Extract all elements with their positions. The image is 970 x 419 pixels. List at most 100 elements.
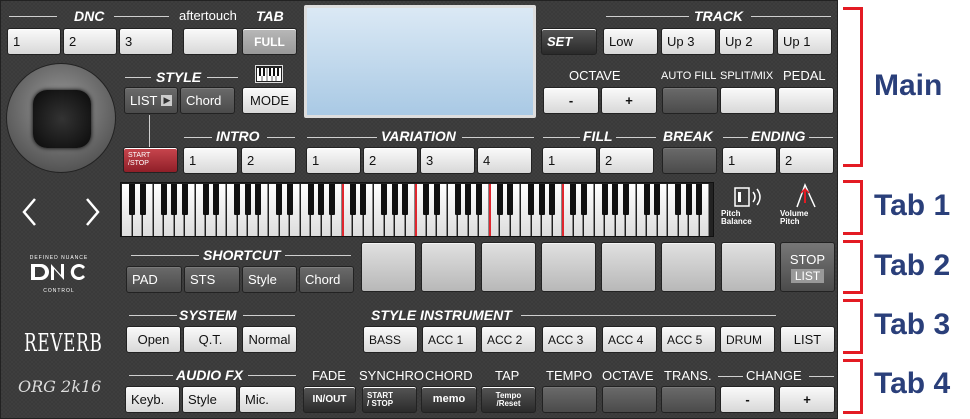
black-key[interactable] xyxy=(349,184,356,215)
chord-memo-button[interactable]: memo xyxy=(421,386,477,413)
black-key[interactable] xyxy=(507,184,513,215)
style-chord-button[interactable]: Chord xyxy=(180,87,235,114)
instrument-acc2-button[interactable]: ACC 2 xyxy=(481,326,536,353)
black-key[interactable] xyxy=(129,184,135,215)
track-up3-button[interactable]: Up 3 xyxy=(661,28,716,55)
audiofx-keyb-button[interactable]: Keyb. xyxy=(125,386,180,413)
full-button[interactable]: FULL xyxy=(242,28,297,55)
ending-button-2[interactable]: 2 xyxy=(779,147,834,174)
instrument-acc1-button[interactable]: ACC 1 xyxy=(422,326,477,353)
change-plus-button[interactable]: + xyxy=(779,386,835,413)
synchro-startstop-button[interactable]: START / STOP xyxy=(362,386,417,413)
stop-list-button[interactable]: STOP LIST xyxy=(780,242,835,292)
black-key[interactable] xyxy=(612,184,618,215)
autofill-button[interactable] xyxy=(662,87,718,114)
black-key[interactable] xyxy=(423,184,429,215)
black-key[interactable] xyxy=(244,184,251,215)
shortcut-chord-button[interactable]: Chord xyxy=(299,266,354,293)
black-key[interactable] xyxy=(202,184,209,215)
instrument-acc3-button[interactable]: ACC 3 xyxy=(542,326,597,353)
octave-minus-button[interactable]: - xyxy=(543,87,599,114)
dnc-button-3[interactable]: 3 xyxy=(119,28,173,55)
pad-6[interactable] xyxy=(661,242,716,292)
fill-button-1[interactable]: 1 xyxy=(542,147,597,174)
tempo-button[interactable] xyxy=(542,386,597,413)
black-key[interactable] xyxy=(465,184,471,215)
instrument-acc5-button[interactable]: ACC 5 xyxy=(661,326,716,353)
intro-button-2[interactable]: 2 xyxy=(241,147,296,174)
track-up2-button[interactable]: Up 2 xyxy=(719,28,774,55)
piano-keyboard[interactable] xyxy=(120,182,714,237)
black-key[interactable] xyxy=(139,184,146,215)
system-normal-button[interactable]: Normal xyxy=(242,326,297,353)
dnc-button-1[interactable]: 1 xyxy=(7,28,61,55)
black-key[interactable] xyxy=(601,184,608,215)
black-key[interactable] xyxy=(696,184,702,215)
pad-4[interactable] xyxy=(541,242,596,292)
black-key[interactable] xyxy=(528,184,534,215)
change-minus-button[interactable]: - xyxy=(720,386,775,413)
fill-button-2[interactable]: 2 xyxy=(599,147,654,174)
pad-7[interactable] xyxy=(721,242,776,292)
pad-1[interactable] xyxy=(361,242,416,292)
set-button[interactable]: SET xyxy=(541,28,597,55)
audiofx-mic-button[interactable]: Mic. xyxy=(239,386,296,413)
break-button[interactable] xyxy=(662,147,717,174)
variation-button-1[interactable]: 1 xyxy=(306,147,361,174)
black-key[interactable] xyxy=(307,184,314,215)
octave-toggle-button[interactable] xyxy=(602,386,657,413)
style-list-button[interactable]: LIST ▶ xyxy=(124,87,178,114)
black-key[interactable] xyxy=(381,184,387,215)
trans-button[interactable] xyxy=(661,386,716,413)
pad-3[interactable] xyxy=(481,242,536,292)
black-key[interactable] xyxy=(360,184,366,215)
black-key[interactable] xyxy=(234,184,240,215)
instrument-bass-button[interactable]: BASS xyxy=(363,326,418,353)
black-key[interactable] xyxy=(286,184,293,215)
variation-button-4[interactable]: 4 xyxy=(477,147,532,174)
black-key[interactable] xyxy=(328,184,335,215)
variation-button-2[interactable]: 2 xyxy=(363,147,418,174)
black-key[interactable] xyxy=(475,184,482,215)
black-key[interactable] xyxy=(318,184,324,215)
black-key[interactable] xyxy=(402,184,408,215)
ending-button-1[interactable]: 1 xyxy=(722,147,777,174)
tap-tempo-button[interactable]: Tempo /Reset xyxy=(481,386,536,413)
black-key[interactable] xyxy=(181,184,188,215)
system-open-button[interactable]: Open xyxy=(126,326,181,353)
black-key[interactable] xyxy=(213,184,219,215)
black-key[interactable] xyxy=(570,184,576,215)
variation-button-3[interactable]: 3 xyxy=(420,147,475,174)
dnc-button-2[interactable]: 2 xyxy=(63,28,117,55)
mode-button[interactable]: MODE xyxy=(242,87,297,114)
fade-inout-button[interactable]: IN/OUT xyxy=(303,386,356,413)
black-key[interactable] xyxy=(622,184,629,215)
start-stop-button[interactable]: START /STOP xyxy=(123,147,178,173)
track-up1-button[interactable]: Up 1 xyxy=(777,28,832,55)
octave-plus-button[interactable]: + xyxy=(601,87,657,114)
chevron-left-icon[interactable] xyxy=(19,196,41,233)
instrument-list-button[interactable]: LIST xyxy=(780,326,835,353)
black-key[interactable] xyxy=(171,184,177,215)
black-key[interactable] xyxy=(675,184,681,215)
joystick[interactable] xyxy=(6,63,116,173)
black-key[interactable] xyxy=(255,184,261,215)
shortcut-sts-button[interactable]: STS xyxy=(184,266,240,293)
intro-button-1[interactable]: 1 xyxy=(183,147,238,174)
black-key[interactable] xyxy=(160,184,167,215)
pedal-button[interactable] xyxy=(778,87,834,114)
reverb-label[interactable]: REVERB xyxy=(24,329,103,357)
black-key[interactable] xyxy=(276,184,282,215)
pad-2[interactable] xyxy=(421,242,476,292)
splitmix-button[interactable] xyxy=(720,87,776,114)
shortcut-style-button[interactable]: Style xyxy=(242,266,297,293)
black-key[interactable] xyxy=(538,184,545,215)
black-key[interactable] xyxy=(685,184,692,215)
black-key[interactable] xyxy=(549,184,555,215)
instrument-drum-button[interactable]: DRUM xyxy=(720,326,775,353)
joystick-knob[interactable] xyxy=(33,90,91,148)
black-key[interactable] xyxy=(454,184,461,215)
black-key[interactable] xyxy=(391,184,398,215)
audiofx-style-button[interactable]: Style xyxy=(182,386,237,413)
black-key[interactable] xyxy=(496,184,503,215)
